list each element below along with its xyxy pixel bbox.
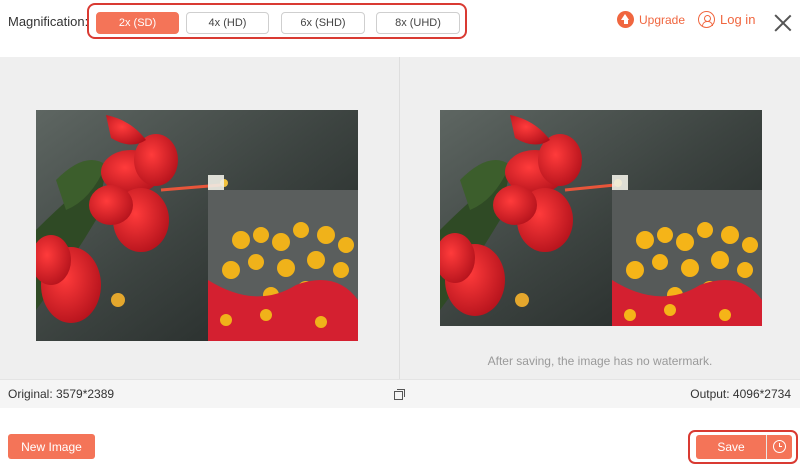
- output-image-graphic: [440, 110, 762, 326]
- upgrade-icon: [617, 11, 634, 28]
- save-button[interactable]: Save: [696, 435, 766, 459]
- top-bar: Magnification: 2x (SD) 4x (HD) 6x (SHD) …: [0, 0, 800, 56]
- clock-icon: [773, 440, 786, 453]
- info-bar: Original: 3579*2389 Output: 4096*2734: [0, 379, 800, 408]
- save-group: Save: [688, 430, 798, 464]
- compare-toggle-icon[interactable]: [394, 389, 405, 400]
- original-image-graphic: [36, 110, 358, 341]
- original-resolution: Original: 3579*2389: [8, 387, 115, 401]
- magnification-label: Magnification:: [8, 14, 89, 29]
- magnification-options: 2x (SD) 4x (HD) 6x (SHD) 8x (UHD): [87, 3, 467, 39]
- login-link[interactable]: Log in: [698, 11, 755, 28]
- compare-divider[interactable]: [399, 57, 400, 379]
- upgrade-label: Upgrade: [639, 12, 686, 27]
- magnification-4x-button[interactable]: 4x (HD): [186, 12, 269, 34]
- preview-area: After saving, the image has no watermark…: [0, 57, 800, 379]
- user-icon: [698, 11, 715, 28]
- login-label: Log in: [720, 12, 756, 27]
- original-image[interactable]: [36, 110, 358, 341]
- new-image-button[interactable]: New Image: [8, 434, 95, 459]
- magnification-6x-button[interactable]: 6x (SHD): [281, 12, 365, 34]
- magnification-2x-button[interactable]: 2x (SD): [96, 12, 179, 34]
- zoom-detail-right: [612, 190, 762, 326]
- magnification-8x-button[interactable]: 8x (UHD): [376, 12, 460, 34]
- zoom-detail-left: [208, 190, 358, 341]
- upgrade-link[interactable]: Upgrade: [617, 11, 685, 28]
- close-icon[interactable]: [774, 14, 792, 32]
- watermark-note: After saving, the image has no watermark…: [487, 354, 713, 368]
- output-resolution: Output: 4096*2734: [690, 387, 791, 401]
- history-button[interactable]: [767, 435, 792, 459]
- output-image[interactable]: [440, 110, 762, 341]
